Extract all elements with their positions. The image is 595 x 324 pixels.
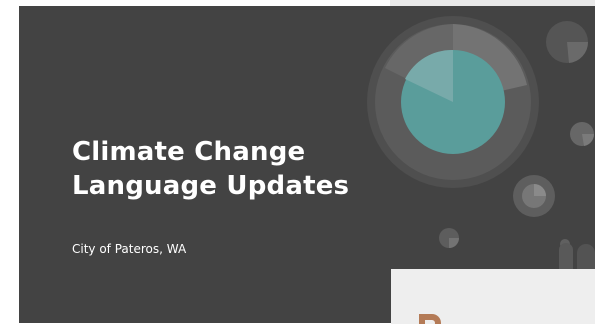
- presentation-view: Climate Change Language Updates City of …: [0, 0, 595, 324]
- next-slide-thumbnail[interactable]: [391, 269, 595, 324]
- title-line-1: Climate Change: [72, 137, 306, 167]
- next-slide-letter-mark: [419, 309, 445, 324]
- concentric-circle-decoration: [367, 16, 539, 188]
- slide-subtitle: City of Pateros, WA: [72, 242, 187, 256]
- slide-title: Climate Change Language Updates: [72, 135, 349, 203]
- title-line-2: Language Updates: [72, 171, 350, 201]
